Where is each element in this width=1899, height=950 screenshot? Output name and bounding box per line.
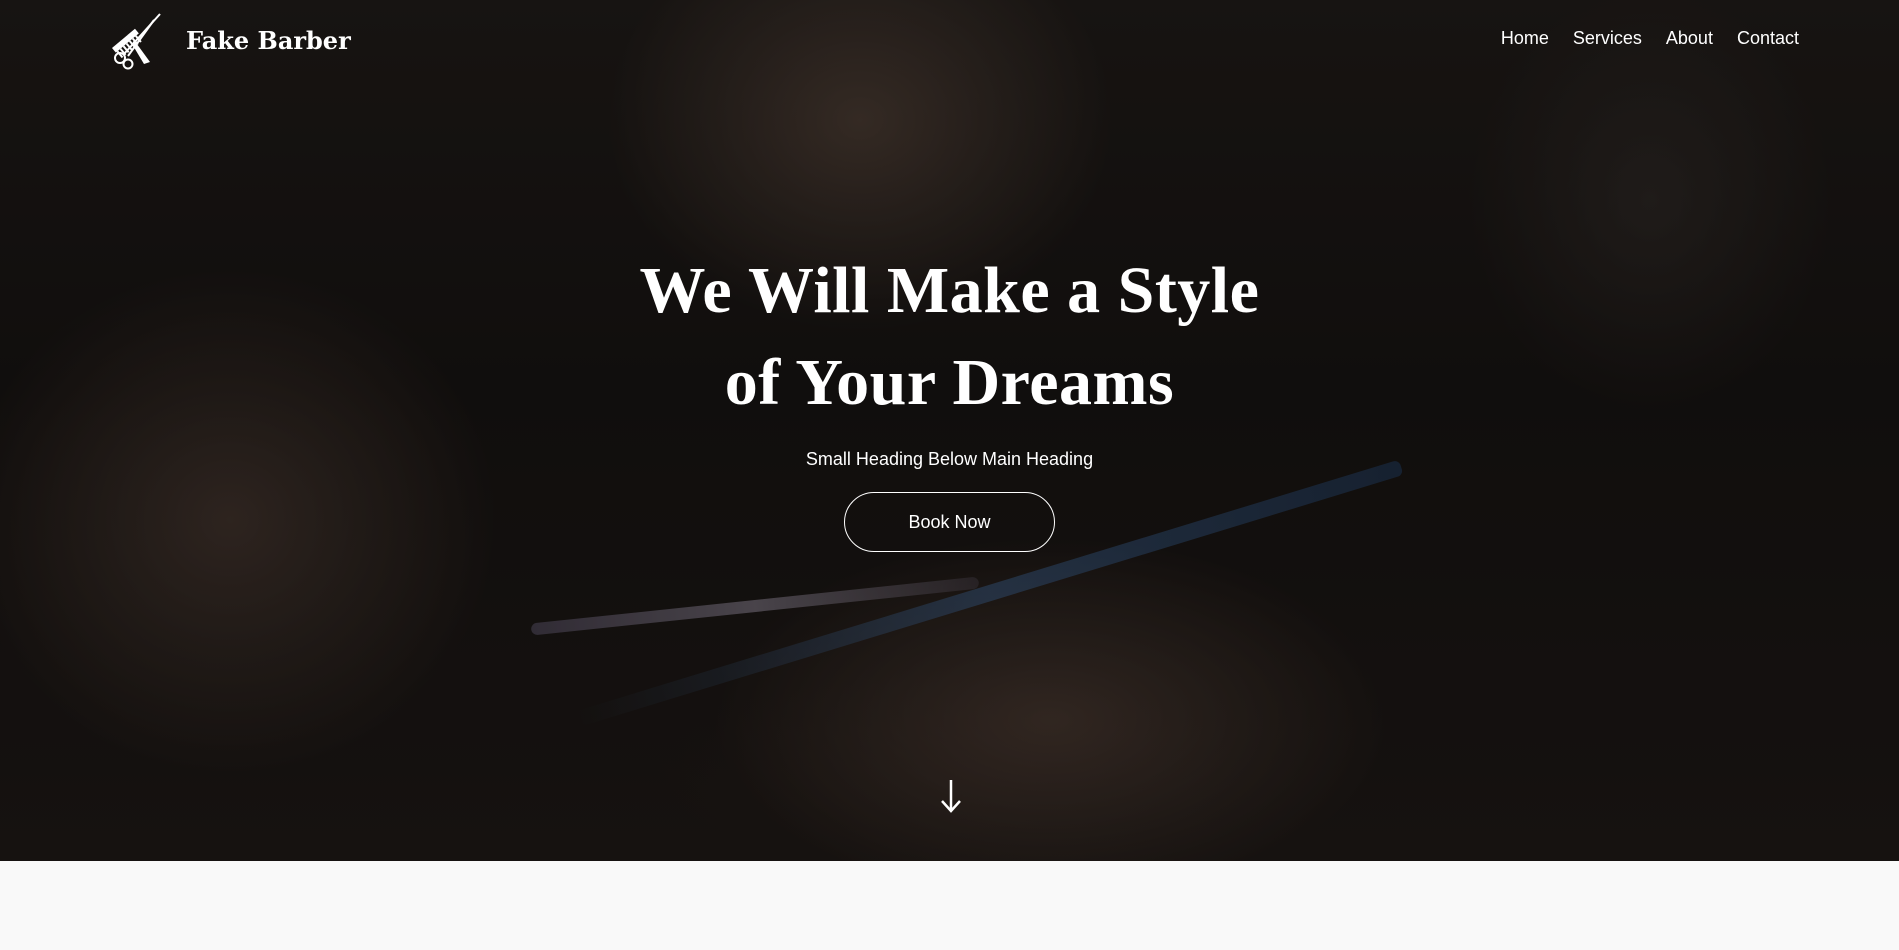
hero-subtitle: Small Heading Below Main Heading	[805, 449, 1094, 469]
nav-services-link[interactable]: Services	[1573, 28, 1642, 49]
book-now-button[interactable]: Book Now	[844, 492, 1055, 552]
navbar: Fake Barber Home Services About Contact	[0, 0, 1899, 80]
hero-section: Fake Barber Home Services About Contact …	[0, 0, 1899, 861]
arrow-down-icon[interactable]	[936, 776, 966, 816]
nav-menu: Home Services About Contact	[1501, 28, 1799, 49]
brand-name: Fake Barber	[186, 25, 351, 55]
hero-content: We Will Make a Style of Your Dreams Smal…	[0, 245, 1899, 552]
nav-home-link[interactable]: Home	[1501, 28, 1549, 49]
nav-contact-link[interactable]: Contact	[1737, 28, 1799, 49]
nav-about-link[interactable]: About	[1666, 28, 1713, 49]
hero-title: We Will Make a Style of Your Dreams	[600, 245, 1300, 429]
hero-title-line2: of Your Dreams	[724, 346, 1175, 419]
hero-title-line1: We Will Make a Style	[639, 254, 1260, 327]
comb-scissors-icon	[112, 13, 161, 70]
brand[interactable]: Fake Barber	[104, 10, 351, 70]
next-section	[0, 861, 1899, 950]
